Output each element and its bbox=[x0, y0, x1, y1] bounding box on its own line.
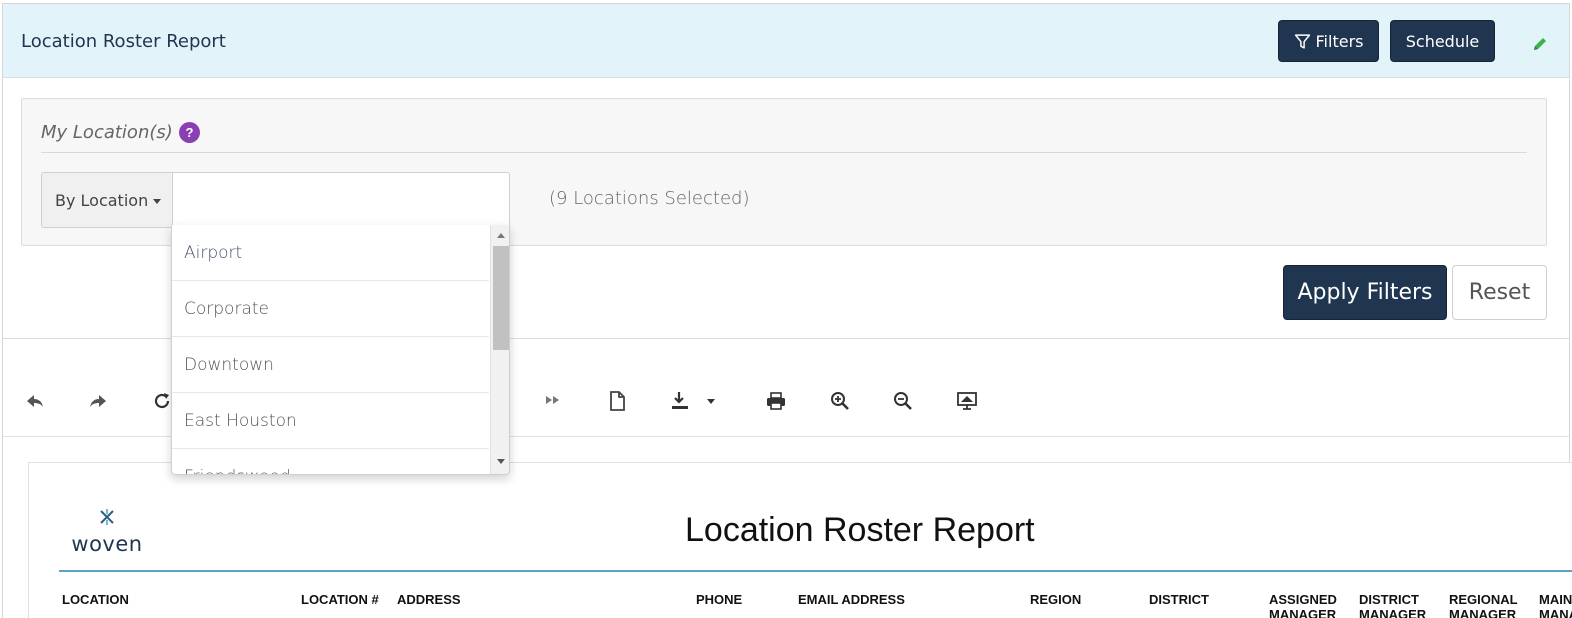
scroll-down-icon[interactable] bbox=[497, 459, 505, 464]
zoom-out-icon[interactable] bbox=[892, 390, 914, 412]
column-header: REGION bbox=[1030, 592, 1082, 607]
last-page-icon[interactable] bbox=[543, 390, 563, 410]
redo-icon[interactable] bbox=[87, 390, 109, 412]
list-item[interactable]: East Houston bbox=[172, 393, 489, 449]
woven-logo: woven bbox=[71, 507, 143, 556]
column-header: MAINT. MANAGER bbox=[1539, 592, 1572, 618]
reset-button[interactable]: Reset bbox=[1452, 265, 1547, 320]
pencil-icon[interactable] bbox=[1532, 36, 1548, 52]
scrollbar-thumb[interactable] bbox=[493, 246, 509, 350]
filter-mode-dropdown[interactable]: By Location bbox=[41, 172, 172, 228]
column-header: REGIONAL MANAGER bbox=[1449, 592, 1518, 618]
report-preview: woven Location Roster Report LOCATION LO… bbox=[28, 462, 1572, 618]
schedule-button[interactable]: Schedule bbox=[1390, 20, 1495, 62]
help-icon[interactable]: ? bbox=[179, 122, 200, 143]
filter-mode-label: By Location bbox=[55, 190, 149, 210]
caret-down-icon bbox=[153, 198, 162, 204]
list-item[interactable]: Corporate bbox=[172, 281, 489, 337]
print-icon[interactable] bbox=[765, 390, 787, 412]
column-header: ADDRESS bbox=[397, 592, 461, 607]
download-icon[interactable] bbox=[670, 390, 718, 412]
funnel-icon bbox=[1294, 33, 1310, 49]
page-header: Location Roster Report Filters Schedule bbox=[3, 4, 1569, 78]
scroll-up-icon[interactable] bbox=[497, 233, 505, 238]
filters-button-label: Filters bbox=[1315, 31, 1364, 51]
new-page-icon[interactable] bbox=[607, 390, 627, 412]
column-header: ASSIGNED MANAGER bbox=[1269, 592, 1337, 618]
report-title: Location Roster Report bbox=[685, 511, 1035, 549]
location-options: Airport Corporate Downtown East Houston … bbox=[172, 225, 489, 475]
undo-icon[interactable] bbox=[24, 390, 46, 412]
presentation-icon[interactable] bbox=[956, 390, 978, 412]
column-header: PHONE bbox=[696, 592, 743, 607]
list-item[interactable]: Downtown bbox=[172, 337, 489, 393]
apply-filters-button[interactable]: Apply Filters bbox=[1283, 265, 1447, 320]
page-title: Location Roster Report bbox=[21, 31, 226, 52]
report-divider bbox=[59, 570, 1572, 572]
column-header: EMAIL ADDRESS bbox=[798, 592, 905, 607]
logo-wordmark: woven bbox=[71, 532, 143, 556]
column-header: LOCATION # bbox=[301, 592, 379, 607]
filters-button[interactable]: Filters bbox=[1278, 20, 1379, 62]
location-dropdown-list: Airport Corporate Downtown East Houston … bbox=[171, 225, 510, 475]
column-header: DISTRICT bbox=[1149, 592, 1209, 607]
scrollbar[interactable] bbox=[490, 225, 509, 474]
column-header: DISTRICT MANAGER bbox=[1359, 592, 1427, 618]
location-search-input[interactable] bbox=[172, 172, 510, 228]
list-item[interactable]: Friendswood bbox=[172, 449, 489, 475]
woven-logo-mark-icon bbox=[100, 509, 114, 525]
zoom-in-icon[interactable] bbox=[829, 390, 851, 412]
refresh-icon[interactable] bbox=[151, 390, 173, 412]
column-header: LOCATION bbox=[62, 592, 129, 607]
divider bbox=[41, 152, 1527, 153]
selected-count-text: (9 Locations Selected) bbox=[549, 188, 750, 209]
location-filter-panel: My Location(s) ? By Location (9 Location… bbox=[21, 98, 1547, 246]
filter-heading: My Location(s) bbox=[41, 122, 173, 143]
list-item[interactable]: Airport bbox=[172, 225, 489, 281]
